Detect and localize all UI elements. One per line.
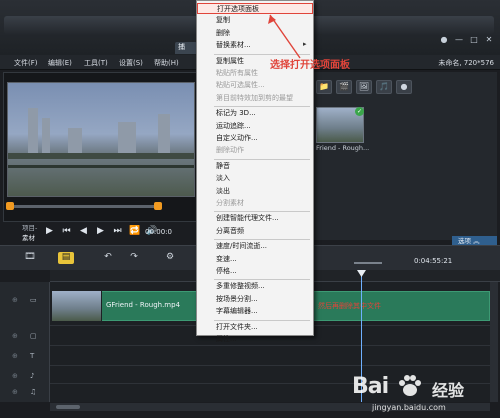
repeat-icon[interactable]: 🔁 xyxy=(129,226,140,236)
context-menu: 打开选项面板 复制 删除 替换素材... ▸ 复制属性 粘贴所有属性 粘贴可选属性... 第目前… xyxy=(196,0,314,343)
check-icon: ✓ xyxy=(355,107,364,116)
close-icon[interactable]: ✕ xyxy=(484,35,494,45)
context-menu-item[interactable]: 速度/时间流逝... xyxy=(216,241,312,252)
context-menu-item[interactable]: 分离音频 xyxy=(216,226,312,237)
menu-help[interactable]: 帮助(H) xyxy=(154,58,179,68)
menu-separator xyxy=(214,106,310,108)
menu-settings[interactable]: 设置(S) xyxy=(119,58,143,68)
menu-separator xyxy=(214,319,310,321)
context-menu-item[interactable]: 删除 xyxy=(216,28,312,39)
mark-out-handle[interactable] xyxy=(154,202,162,210)
redo-icon[interactable]: ↷ xyxy=(126,252,142,264)
window-controls: ● — □ ✕ xyxy=(439,35,494,45)
submenu-arrow-icon: ▸ xyxy=(303,40,307,49)
watermark-sub: 经验 xyxy=(432,381,465,400)
clip-annotation: 然后再删除其中文件 xyxy=(318,302,381,310)
video-track-toggle-icon[interactable]: ⊕ xyxy=(12,296,18,304)
annotation-text: 选择打开选项面板 xyxy=(270,60,350,71)
mark-in-handle[interactable] xyxy=(6,202,14,210)
context-menu-item[interactable]: 停格... xyxy=(216,266,312,277)
video-clip-thumbnail xyxy=(52,291,102,321)
voice-track-icon: ♪ xyxy=(30,372,35,380)
watermark-url: jingyan.baidu.com xyxy=(372,403,446,412)
context-menu-item[interactable]: 淡出 xyxy=(216,186,312,197)
maximize-icon[interactable]: □ xyxy=(469,35,479,45)
menu-separator xyxy=(214,158,310,160)
context-menu-item: 删除动作 xyxy=(216,146,244,155)
context-menu-item: 第目前特效加到剪的最望 xyxy=(216,93,293,102)
context-menu-item[interactable]: 打开文件夹... xyxy=(216,322,312,333)
menu-tools[interactable]: 工具(T) xyxy=(84,58,108,68)
music-track-toggle-icon[interactable]: ⊕ xyxy=(12,388,18,396)
project-info: 未命名, 720*576 xyxy=(438,59,494,67)
timeline-view-icon[interactable]: ▤ xyxy=(58,252,74,264)
menu-separator xyxy=(214,279,310,281)
context-menu-item: 粘贴可选属性... xyxy=(216,81,265,90)
context-menu-item[interactable]: 静音 xyxy=(216,161,312,172)
menu-separator xyxy=(214,53,310,55)
record-icon[interactable]: ● xyxy=(396,80,412,94)
clip-mode-label[interactable]: 素材 xyxy=(22,232,35,242)
home-icon[interactable]: ⏮ xyxy=(61,226,72,236)
transport-controls: ▶ ⏮ ◀ ▶ ⏭ 🔁 🔊 xyxy=(44,226,157,236)
context-menu-item[interactable]: 变速... xyxy=(216,254,312,265)
library-thumbnail-name: Friend - Rough... xyxy=(316,144,370,152)
storyboard-icon[interactable]: 🎞 xyxy=(22,252,38,264)
timeline-timecode[interactable]: 0:04:55:21 xyxy=(414,257,452,265)
menu-file[interactable]: 文件(F) xyxy=(14,58,38,68)
preview-timecode[interactable]: 00:00:0 xyxy=(145,228,172,236)
menu-separator xyxy=(214,211,310,213)
preview-video[interactable] xyxy=(7,82,195,197)
tab-capture[interactable]: 捕 xyxy=(175,42,197,54)
context-menu-item[interactable]: 替换素材... xyxy=(216,40,312,51)
watermark-brand: Bai xyxy=(352,374,389,399)
video-track-icon: ▭ xyxy=(30,296,37,304)
voice-track-toggle-icon[interactable]: ⊕ xyxy=(12,372,18,380)
image-filter-icon[interactable]: 🖼 xyxy=(356,80,372,94)
menu-separator xyxy=(214,239,310,241)
context-menu-item[interactable]: 淡入 xyxy=(216,173,312,184)
timeline-vscroll[interactable] xyxy=(490,282,498,402)
zoom-slider[interactable] xyxy=(354,262,382,264)
video-filter-icon[interactable]: 🎬 xyxy=(336,80,352,94)
video-clip-name: GFriend - Rough.mp4 xyxy=(106,301,181,309)
context-menu-item: 分割素材 xyxy=(216,199,244,207)
context-menu-item[interactable]: 多重修整视频... xyxy=(216,281,312,292)
next-frame-icon[interactable]: ▶ xyxy=(95,226,106,236)
project-mode-label[interactable]: 项目- xyxy=(22,222,37,232)
track-headers: ⊕ ▭ ⊕ ▢ ⊕ T ⊕ ♪ ⊕ ♫ xyxy=(0,282,50,402)
context-menu-item[interactable]: 运动追踪... xyxy=(216,121,312,132)
play-icon[interactable]: ▶ xyxy=(44,226,55,236)
end-icon[interactable]: ⏭ xyxy=(112,226,123,236)
overlay-track-toggle-icon[interactable]: ⊕ xyxy=(12,332,18,340)
minimize-icon[interactable]: — xyxy=(454,35,464,45)
music-track-icon: ♫ xyxy=(30,388,37,396)
help-icon[interactable]: ● xyxy=(439,35,449,45)
context-menu-item[interactable]: 创建智能代理文件... xyxy=(216,213,312,224)
mix-icon[interactable]: ⚙ xyxy=(162,252,178,264)
folder-icon[interactable]: 📁 xyxy=(316,80,332,94)
audio-filter-icon[interactable]: 🎵 xyxy=(376,80,392,94)
context-menu-item[interactable]: 按场景分割... xyxy=(216,294,312,305)
menu-edit[interactable]: 编辑(E) xyxy=(48,58,72,68)
prev-frame-icon[interactable]: ◀ xyxy=(78,226,89,236)
paw-icon xyxy=(399,375,421,396)
context-menu-item[interactable]: 属性... xyxy=(216,334,312,345)
title-track-icon: T xyxy=(30,352,35,360)
context-menu-item[interactable]: 自定义动作... xyxy=(216,133,312,144)
overlay-track-icon: ▢ xyxy=(30,332,37,340)
undo-icon[interactable]: ↶ xyxy=(100,252,116,264)
library-toolbar: 📁 🎬 🖼 🎵 ● xyxy=(316,80,494,98)
context-menu-item[interactable]: 标记为 3D... xyxy=(216,108,312,119)
title-track-toggle-icon[interactable]: ⊕ xyxy=(12,352,18,360)
context-menu-item[interactable]: 字幕编辑器... xyxy=(216,306,312,317)
context-menu-item[interactable]: 复制 xyxy=(216,15,312,26)
preview-scrubber[interactable] xyxy=(6,202,162,210)
context-menu-item[interactable]: 打开选项面板 xyxy=(197,3,313,14)
